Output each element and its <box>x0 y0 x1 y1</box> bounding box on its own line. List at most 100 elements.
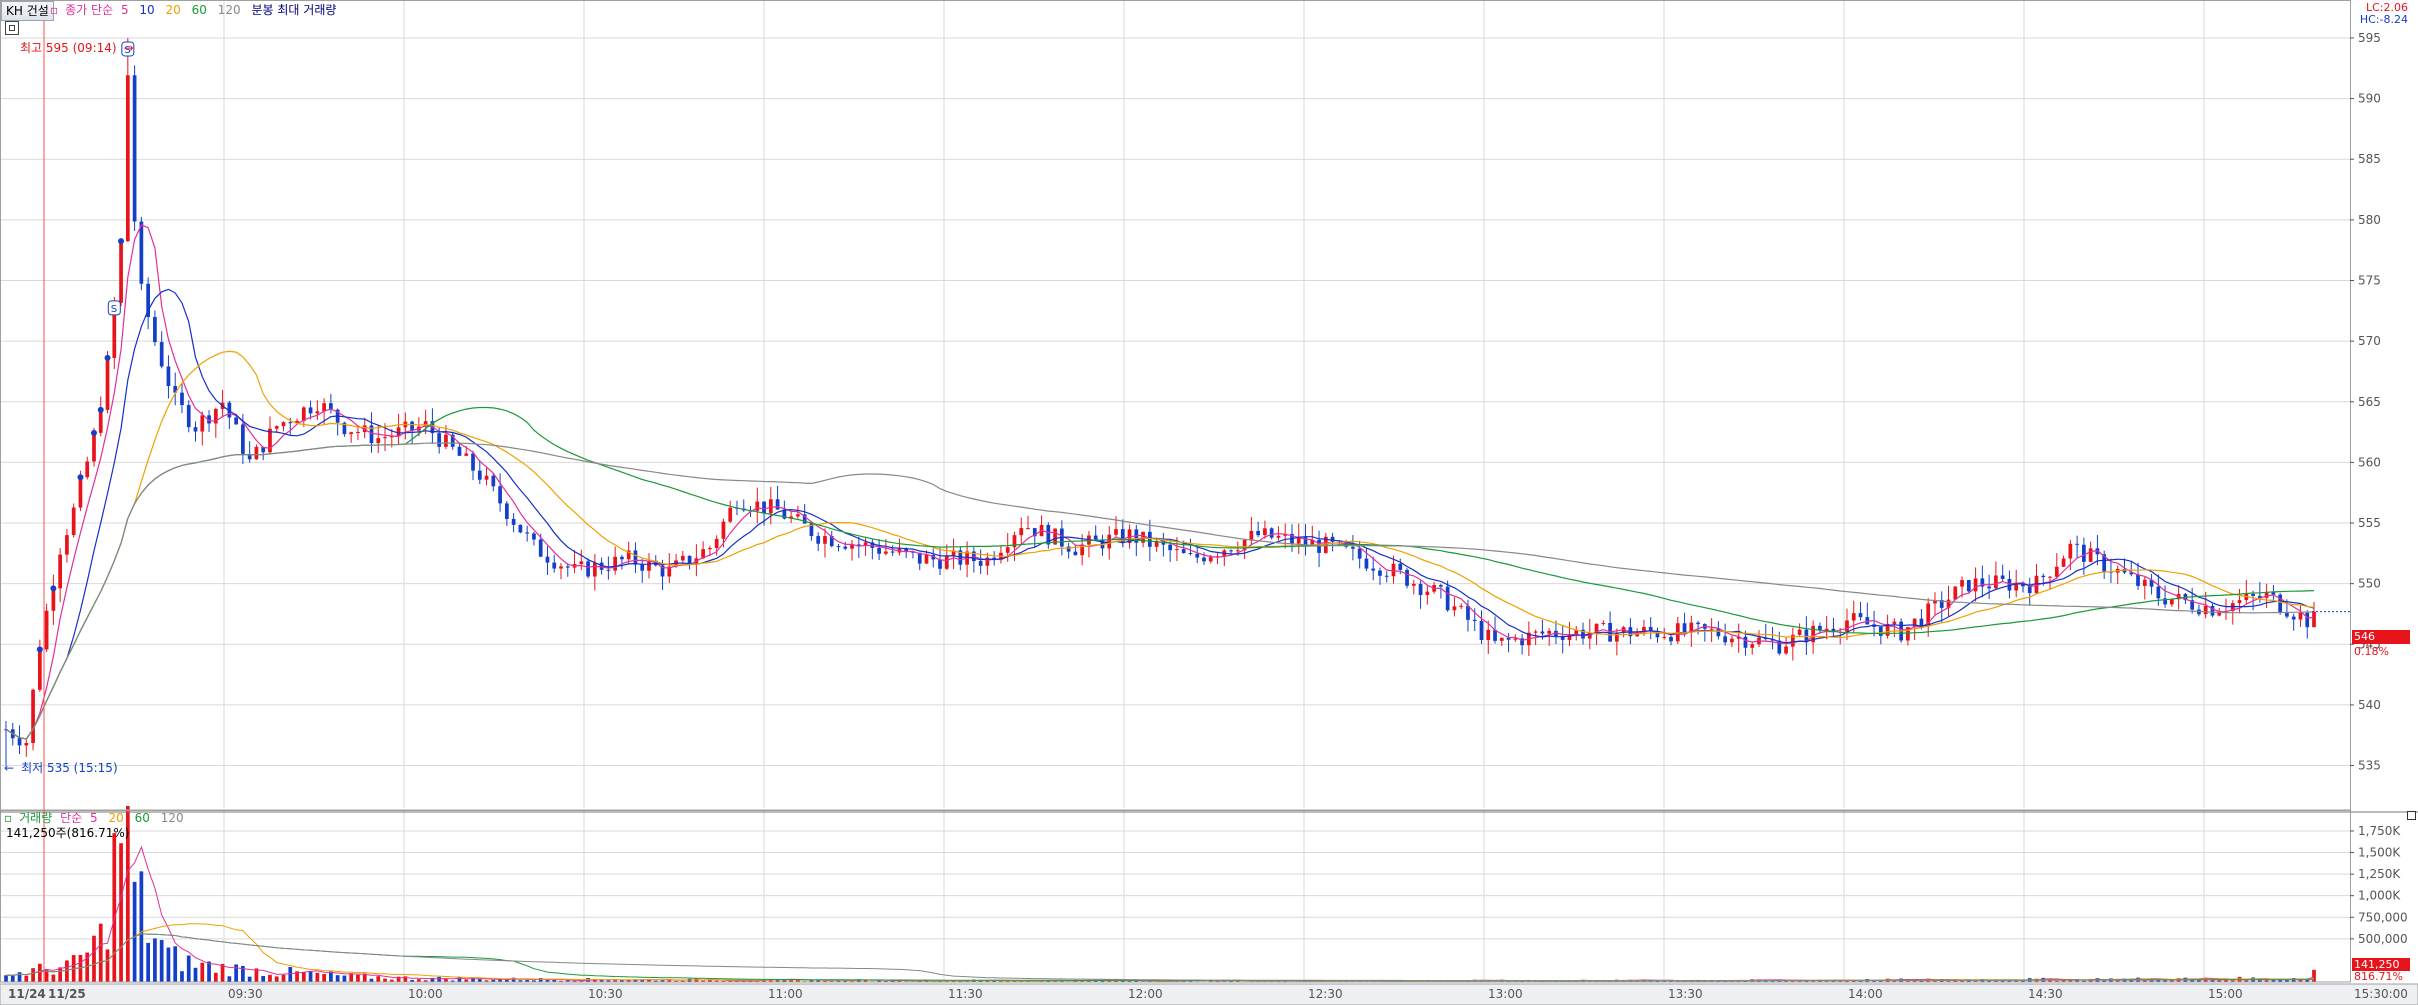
candle-body <box>1987 586 1991 589</box>
candle-body <box>1472 619 1477 621</box>
time-tick-label: 13:00 <box>1488 987 1523 1001</box>
candle-body <box>2170 599 2174 605</box>
candle-body <box>1114 529 1118 535</box>
candle-body <box>153 316 157 343</box>
volume-bar <box>268 974 272 982</box>
price-tick-label: 540 <box>2358 698 2381 712</box>
ma-legend-5: 5 <box>120 3 129 17</box>
candle-body <box>1919 618 1924 627</box>
volume-legend-bullet: ▫ <box>4 811 13 825</box>
price-tick-label: 550 <box>2358 577 2381 591</box>
candle-body <box>1378 570 1382 576</box>
low-label: 최저 535 (15:15) <box>21 761 118 775</box>
candle-body <box>1953 586 1958 600</box>
candle-body <box>2142 579 2147 586</box>
candle-body <box>2136 574 2140 586</box>
grid-settings-icon[interactable] <box>5 21 19 35</box>
candle-body <box>17 738 22 746</box>
stock-selector-button[interactable]: KH 건설 <box>1 1 54 21</box>
candle-body <box>1093 535 1098 540</box>
candle-body <box>1709 628 1714 630</box>
candle-body <box>1398 563 1403 570</box>
candle-body <box>647 560 651 571</box>
candle-body <box>1743 636 1748 648</box>
candle-body <box>2156 586 2161 599</box>
volume-bar <box>98 923 103 982</box>
candle-body <box>1195 553 1200 558</box>
candle-body <box>1662 636 1667 638</box>
volume-bar <box>17 972 22 982</box>
candle-body <box>1303 536 1308 545</box>
volume-bar <box>308 971 313 982</box>
candle-body <box>1547 630 1552 634</box>
candle-body <box>1973 578 1978 592</box>
candle-body <box>511 518 516 525</box>
volume-bar <box>58 967 63 982</box>
candle-body <box>606 569 611 571</box>
candle-body <box>1249 530 1254 540</box>
volume-bar <box>227 976 232 982</box>
candle-body <box>1411 583 1416 586</box>
ma-line-10 <box>5 288 2315 740</box>
price-tick-label: 575 <box>2358 273 2381 287</box>
ma-legend-10: 10 <box>139 3 155 17</box>
candle-body <box>525 532 530 534</box>
moving-average-lines <box>5 224 2315 740</box>
candle-body <box>281 422 286 427</box>
candle-body <box>2000 575 2005 579</box>
time-tick-label: 10:00 <box>408 987 443 1001</box>
candle-body <box>592 562 597 577</box>
volume-ma-title: 단순 <box>60 811 83 825</box>
price-grid <box>0 0 2350 808</box>
candle-body <box>559 566 563 569</box>
buy-signal-marker <box>77 474 84 481</box>
lc-hc-indicator: LC:2.06 HC:-8.24 <box>2360 2 2408 26</box>
candle-body <box>322 403 326 412</box>
candle-body <box>863 542 868 546</box>
candle-body <box>836 546 841 548</box>
candle-body <box>1073 551 1078 556</box>
candle-body <box>532 533 536 540</box>
candle-body <box>2291 616 2296 620</box>
price-tick-label: 555 <box>2358 516 2381 530</box>
candle-body <box>1188 553 1193 555</box>
candle-body <box>1229 550 1233 552</box>
volume-bar <box>349 973 354 982</box>
volume-bar <box>180 971 184 982</box>
candle-body <box>884 551 888 554</box>
candle-body <box>579 561 584 565</box>
candle-body <box>1026 528 1030 530</box>
time-tick-label: 10:30 <box>588 987 623 1001</box>
volume-bar <box>322 974 326 982</box>
candle-body <box>1878 626 1883 636</box>
candle-body <box>132 75 137 222</box>
candle-body <box>1723 636 1728 643</box>
volume-bar <box>51 974 56 982</box>
candle-body <box>1391 563 1396 577</box>
candle-body <box>1384 575 1389 577</box>
candle-body <box>349 432 354 435</box>
candle-body <box>2075 543 2079 545</box>
candle-body <box>484 475 489 480</box>
candle-body <box>2298 612 2303 620</box>
time-tick-label: 11:00 <box>768 987 803 1001</box>
volume-tick-label: 500,000 <box>2358 932 2408 946</box>
candle-body <box>71 507 76 536</box>
candle-body <box>437 433 442 447</box>
arrow-right-icon: → <box>123 41 134 55</box>
candle-body <box>383 437 387 439</box>
volume-bar <box>356 974 360 982</box>
candle-body <box>193 427 198 432</box>
volume-legend-title: 거래량 <box>19 811 53 825</box>
candle-body <box>1269 528 1274 538</box>
candle-body <box>1168 544 1173 551</box>
volume-grid <box>0 810 2350 982</box>
high-label: 최고 595 (09:14) <box>20 41 117 55</box>
volume-bar <box>10 975 15 982</box>
volume-bar <box>193 967 198 982</box>
candle-body <box>2237 600 2242 604</box>
arrow-left-icon: ← <box>4 761 15 775</box>
candle-body <box>545 556 550 563</box>
panel-toggle-button[interactable] <box>2407 811 2416 820</box>
candle-body <box>1235 550 1240 552</box>
